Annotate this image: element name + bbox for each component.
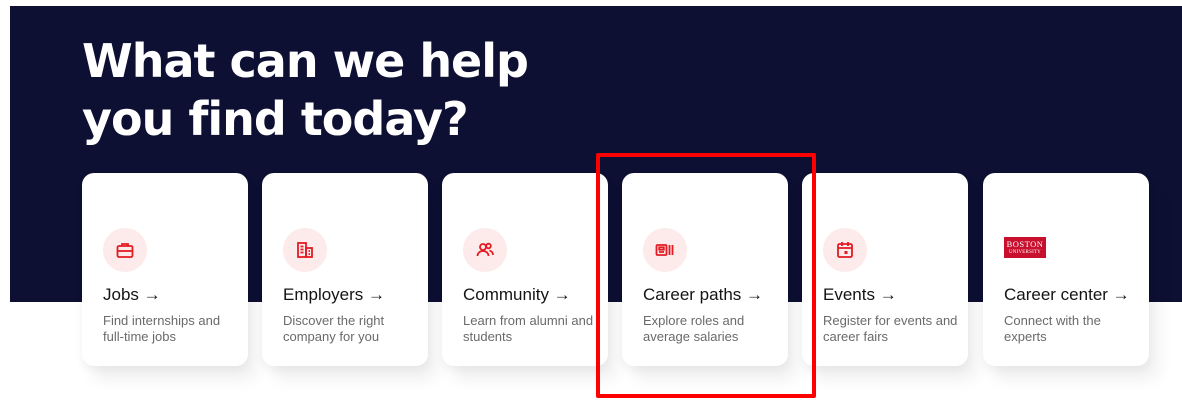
card-events-description: Register for events and career fairs xyxy=(823,313,958,344)
page-title: What can we help you find today? xyxy=(82,32,529,148)
highlight-box xyxy=(596,153,816,398)
card-employers[interactable]: Employers → Discover the right company f… xyxy=(262,173,428,366)
boston-university-logo: BOSTON UNIVERSITY xyxy=(1004,237,1046,258)
card-community[interactable]: Community → Learn from alumni and studen… xyxy=(442,173,608,366)
card-employers-title: Employers → xyxy=(283,285,386,304)
building-icon xyxy=(283,228,327,272)
card-community-title: Community → xyxy=(463,285,571,304)
card-jobs[interactable]: Jobs → Find internships and full-time jo… xyxy=(82,173,248,366)
calendar-icon xyxy=(823,228,867,272)
page-title-line-2: you find today? xyxy=(82,92,469,146)
briefcase-icon xyxy=(103,228,147,272)
card-jobs-description: Find internships and full-time jobs xyxy=(103,313,221,344)
card-events[interactable]: Events → Register for events and career … xyxy=(802,173,968,366)
card-community-description: Learn from alumni and students xyxy=(463,313,594,344)
logo-text-boston: BOSTON xyxy=(1006,239,1044,249)
page-title-line-1: What can we help xyxy=(82,34,529,88)
card-jobs-title: Jobs → xyxy=(103,285,161,304)
card-career-center-description: Connect with the experts xyxy=(1004,313,1101,344)
people-icon xyxy=(463,228,507,272)
logo-text-university: UNIVERSITY xyxy=(1009,249,1041,255)
card-career-center-title: Career center → xyxy=(1004,285,1130,304)
card-events-title: Events → xyxy=(823,285,897,304)
card-employers-description: Discover the right company for you xyxy=(283,313,385,344)
card-career-center[interactable]: BOSTON UNIVERSITY Career center → Connec… xyxy=(983,173,1149,366)
